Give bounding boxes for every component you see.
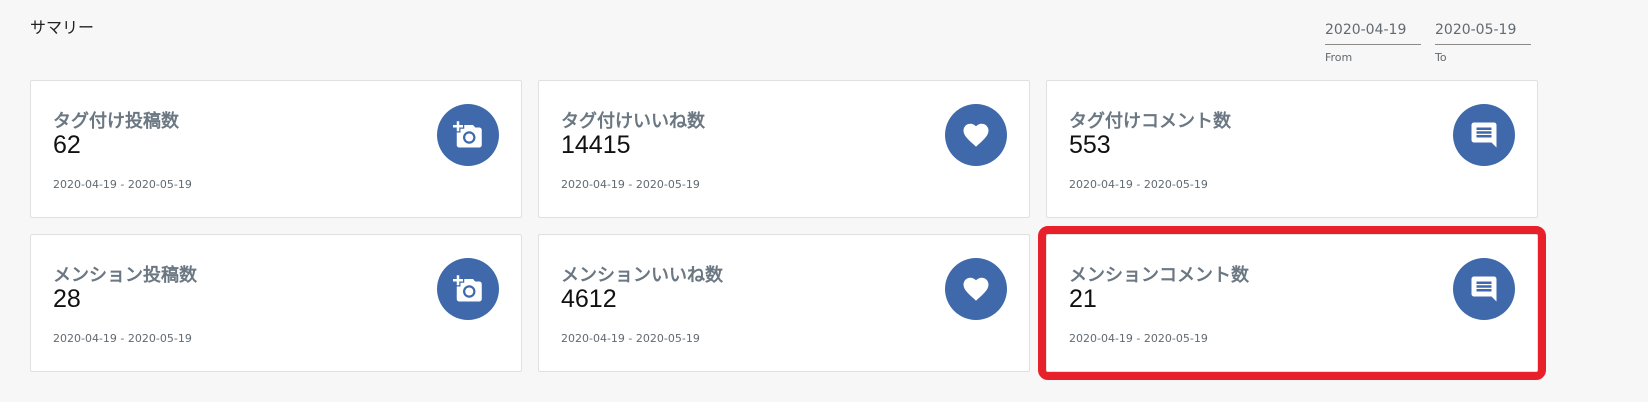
page-title: サマリー	[30, 18, 95, 37]
summary-page: サマリー From To タグ付け投稿数 62 2020-04-19 - 202…	[0, 0, 1648, 402]
date-to-label: To	[1435, 51, 1447, 64]
card-date-range: 2020-04-19 - 2020-05-19	[53, 178, 192, 191]
heart-icon[interactable]	[945, 104, 1007, 166]
card-value: 14415	[561, 131, 631, 159]
card-tagged-likes: タグ付けいいね数 14415 2020-04-19 - 2020-05-19	[538, 80, 1030, 218]
card-mention-comments: メンションコメント数 21 2020-04-19 - 2020-05-19	[1038, 226, 1546, 380]
card-title: タグ付けいいね数	[561, 111, 705, 132]
card-date-range: 2020-04-19 - 2020-05-19	[561, 332, 700, 345]
card-title: タグ付け投稿数	[53, 111, 179, 132]
card-mention-posts: メンション投稿数 28 2020-04-19 - 2020-05-19	[30, 234, 522, 372]
summary-cards-grid: タグ付け投稿数 62 2020-04-19 - 2020-05-19 タグ付けい…	[30, 80, 1546, 380]
card-date-range: 2020-04-19 - 2020-05-19	[1069, 178, 1208, 191]
card-value: 62	[53, 131, 81, 159]
card-title: タグ付けコメント数	[1069, 111, 1231, 132]
date-from-field: From	[1325, 18, 1421, 64]
card-value: 21	[1069, 285, 1097, 313]
card-tagged-comments: タグ付けコメント数 553 2020-04-19 - 2020-05-19	[1046, 80, 1538, 218]
card-value: 553	[1069, 131, 1111, 159]
date-from-input[interactable]	[1325, 18, 1421, 45]
date-from-label: From	[1325, 51, 1353, 64]
card-value: 4612	[561, 285, 617, 313]
add-photo-icon[interactable]	[437, 258, 499, 320]
heart-icon[interactable]	[945, 258, 1007, 320]
card-mention-likes: メンションいいね数 4612 2020-04-19 - 2020-05-19	[538, 234, 1030, 372]
card-title: メンション投稿数	[53, 265, 197, 286]
card-date-range: 2020-04-19 - 2020-05-19	[1069, 332, 1208, 345]
card-title: メンションいいね数	[561, 265, 723, 286]
card-tagged-posts: タグ付け投稿数 62 2020-04-19 - 2020-05-19	[30, 80, 522, 218]
card-date-range: 2020-04-19 - 2020-05-19	[53, 332, 192, 345]
add-photo-icon[interactable]	[437, 104, 499, 166]
card-value: 28	[53, 285, 81, 313]
card-title: メンションコメント数	[1069, 265, 1249, 286]
comment-icon[interactable]	[1453, 258, 1515, 320]
date-to-field: To	[1435, 18, 1531, 64]
comment-icon[interactable]	[1453, 104, 1515, 166]
card-date-range: 2020-04-19 - 2020-05-19	[561, 178, 700, 191]
date-to-input[interactable]	[1435, 18, 1531, 45]
